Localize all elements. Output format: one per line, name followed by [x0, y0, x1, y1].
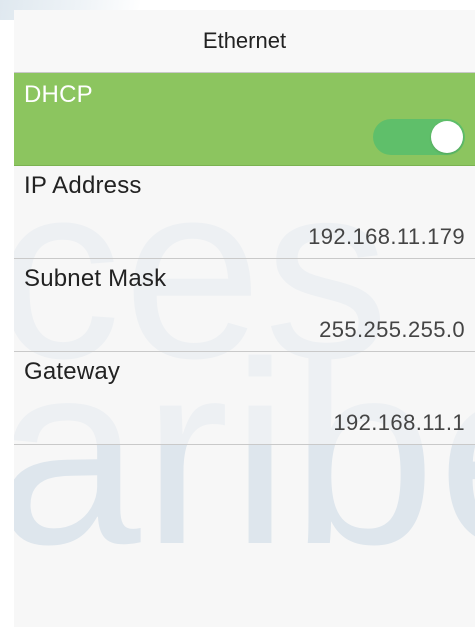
dhcp-label: DHCP	[24, 81, 93, 108]
subnet-mask-value: 255.255.255.0	[319, 317, 465, 342]
gateway-row[interactable]: Gateway 192.168.11.1	[14, 352, 475, 445]
page-title-text: Ethernet	[202, 28, 287, 53]
ip-address-value: 192.168.11.179	[308, 224, 465, 249]
dhcp-toggle[interactable]	[373, 119, 465, 155]
subnet-mask-row[interactable]: Subnet Mask 255.255.255.0	[14, 259, 475, 352]
page-title: Ethernet	[14, 10, 475, 73]
ethernet-settings-screen: ces aribe Ethernet DHCP IP Address 192.1…	[14, 10, 475, 627]
dhcp-row[interactable]: DHCP	[14, 73, 475, 166]
device-frame: ces aribe Ethernet DHCP IP Address 192.1…	[0, 0, 475, 627]
gateway-label: Gateway	[24, 358, 121, 385]
ip-address-label: IP Address	[24, 172, 142, 199]
ip-address-row[interactable]: IP Address 192.168.11.179	[14, 166, 475, 259]
subnet-mask-label: Subnet Mask	[24, 265, 167, 292]
dhcp-toggle-knob	[431, 121, 463, 153]
gateway-value: 192.168.11.1	[333, 410, 465, 435]
